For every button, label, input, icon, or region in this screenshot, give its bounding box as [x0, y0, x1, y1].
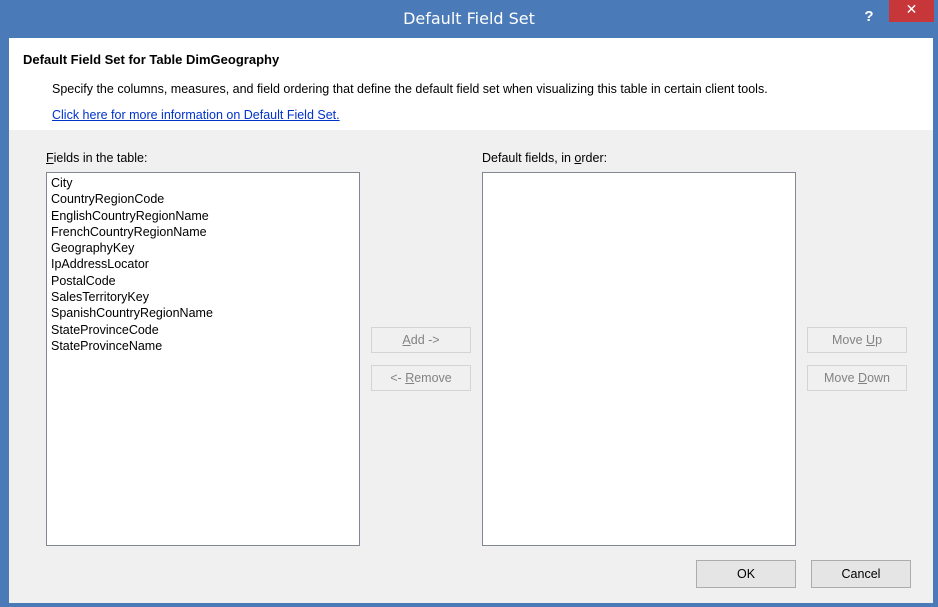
list-item[interactable]: City: [51, 175, 355, 191]
remove-button[interactable]: <- Remove: [371, 365, 471, 391]
fields-in-table-label: Fields in the table:: [46, 151, 147, 165]
list-item[interactable]: StateProvinceCode: [51, 322, 355, 338]
add-button-mnemonic: A: [402, 333, 411, 347]
help-button[interactable]: ?: [858, 6, 880, 28]
fields-in-table-list[interactable]: City CountryRegionCode EnglishCountryReg…: [46, 172, 360, 546]
window-title: Default Field Set: [403, 9, 535, 28]
header-panel: Default Field Set for Table DimGeography…: [9, 38, 933, 130]
more-info-link[interactable]: Click here for more information on Defau…: [52, 108, 340, 122]
title-bar[interactable]: Default Field Set ? ✕: [0, 0, 938, 38]
list-item[interactable]: FrenchCountryRegionName: [51, 224, 355, 240]
default-label-prefix: Default fields, in: [482, 151, 575, 165]
header-title: Default Field Set for Table DimGeography: [23, 52, 280, 67]
list-item[interactable]: SalesTerritoryKey: [51, 289, 355, 305]
close-icon: ✕: [905, 2, 918, 18]
list-item[interactable]: SpanishCountryRegionName: [51, 305, 355, 321]
add-button[interactable]: Add ->: [371, 327, 471, 353]
default-label-rest: rder:: [581, 151, 608, 165]
fields-label-mnemonic: F: [46, 151, 54, 165]
list-item[interactable]: PostalCode: [51, 273, 355, 289]
fields-label-text: ields in the table:: [53, 151, 148, 165]
header-description: Specify the columns, measures, and field…: [52, 82, 768, 96]
move-up-mnemonic: U: [866, 333, 876, 347]
move-down-prefix: Move: [823, 371, 859, 385]
move-up-button[interactable]: Move Up: [807, 327, 907, 353]
list-item[interactable]: IpAddressLocator: [51, 256, 355, 272]
remove-button-prefix: <-: [390, 371, 406, 385]
default-fields-list[interactable]: [482, 172, 796, 546]
ok-button[interactable]: OK: [696, 560, 796, 588]
list-item[interactable]: GeographyKey: [51, 240, 355, 256]
default-fields-label: Default fields, in order:: [482, 151, 607, 165]
dialog-body: Default Field Set for Table DimGeography…: [9, 38, 933, 603]
list-item[interactable]: StateProvinceName: [51, 338, 355, 354]
move-down-button[interactable]: Move Down: [807, 365, 907, 391]
move-up-prefix: Move: [831, 333, 867, 347]
cancel-button[interactable]: Cancel: [811, 560, 911, 588]
list-item[interactable]: CountryRegionCode: [51, 191, 355, 207]
move-up-rest: p: [875, 333, 883, 347]
move-down-mnemonic: D: [858, 371, 868, 385]
dialog-window: Default Field Set ? ✕ Default Field Set …: [0, 0, 938, 607]
close-button[interactable]: ✕: [889, 0, 934, 22]
move-down-rest: own: [867, 371, 890, 385]
add-button-label: dd ->: [410, 333, 440, 347]
list-item[interactable]: EnglishCountryRegionName: [51, 208, 355, 224]
remove-button-label: emove: [414, 371, 452, 385]
remove-button-mnemonic: R: [405, 371, 415, 385]
